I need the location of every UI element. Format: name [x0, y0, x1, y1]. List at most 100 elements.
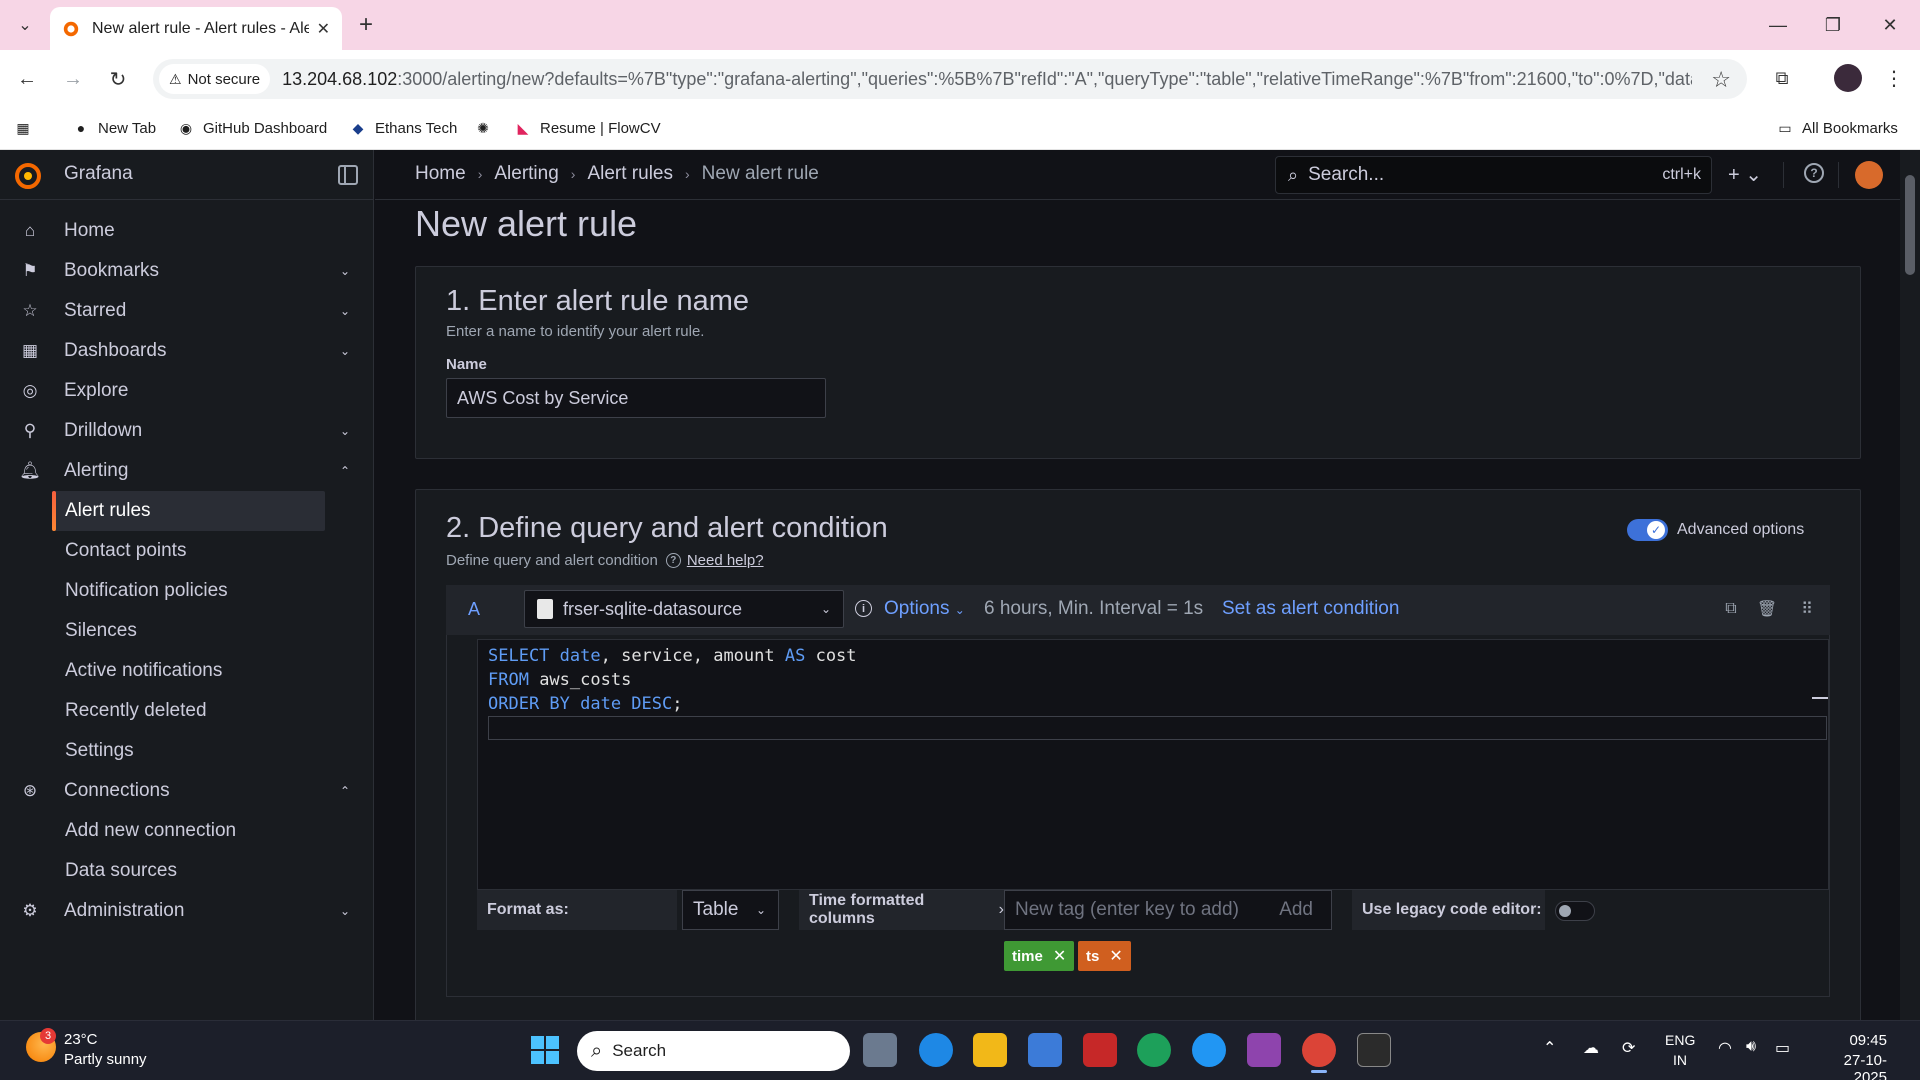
battery-icon[interactable]: ▭: [1775, 1038, 1790, 1058]
advanced-options-toggle[interactable]: [1627, 519, 1668, 541]
sidebar-item-add-new-connection[interactable]: Add new connection: [52, 811, 325, 851]
reload-icon[interactable]: ↻: [103, 64, 133, 94]
sidebar-item-starred[interactable]: ☆ Starred ⌄: [0, 291, 374, 331]
address-bar[interactable]: ⚠ Not secure 13.204.68.102:3000/alerting…: [153, 59, 1747, 99]
sidebar-item-home[interactable]: ⌂ Home: [0, 211, 374, 251]
bookmark-star-icon[interactable]: ☆: [1711, 67, 1731, 93]
windows-start-icon[interactable]: [528, 1033, 562, 1067]
profile-avatar[interactable]: [1834, 64, 1862, 92]
file-explorer-icon[interactable]: [973, 1033, 1007, 1067]
extensions-icon[interactable]: ⧉: [1768, 64, 1796, 92]
terminal-icon[interactable]: [1357, 1033, 1391, 1067]
onedrive-icon[interactable]: ☁: [1583, 1038, 1599, 1058]
bookmark-openai[interactable]: ✺: [474, 113, 500, 143]
weather-temperature[interactable]: 23°C: [64, 1031, 98, 1048]
clock-time[interactable]: 09:45: [1827, 1032, 1887, 1049]
restore-button[interactable]: ❐: [1813, 10, 1853, 40]
sidebar-item-contact-points[interactable]: Contact points: [52, 531, 325, 571]
edge-icon[interactable]: [1137, 1033, 1171, 1067]
page-scrollbar[interactable]: [1900, 150, 1920, 1020]
tab-search-button[interactable]: ⌄: [10, 10, 40, 40]
browser-tab-active[interactable]: New alert rule - Alert rules - Ale ✕: [50, 7, 342, 50]
help-app-icon[interactable]: [1192, 1033, 1226, 1067]
sidebar-item-drilldown[interactable]: ⚲ Drilldown ⌄: [0, 411, 374, 451]
new-menu-button[interactable]: + ⌄: [1728, 162, 1762, 187]
sidebar-item-alert-rules[interactable]: Alert rules: [52, 491, 325, 531]
sidebar-item-settings[interactable]: Settings: [52, 731, 325, 771]
sidebar-item-notification-policies[interactable]: Notification policies: [52, 571, 325, 611]
sidebar-item-alerting[interactable]: 🔔︎ Alerting ⌃: [0, 451, 374, 491]
sidebar-item-silences[interactable]: Silences: [52, 611, 325, 651]
sidebar-item-data-sources[interactable]: Data sources: [52, 851, 325, 891]
remove-tag-icon[interactable]: ✕: [1053, 946, 1066, 966]
query-options-button[interactable]: Options ⌄: [884, 598, 965, 620]
query-ref-id[interactable]: A: [468, 599, 480, 620]
clock-date[interactable]: 27-10-2025: [1813, 1052, 1887, 1080]
datasource-picker[interactable]: frser-sqlite-datasource ⌄: [524, 590, 844, 628]
dock-menu-icon[interactable]: [338, 165, 358, 185]
breadcrumb-home[interactable]: Home: [415, 163, 466, 185]
tray-overflow-icon[interactable]: ⌃: [1543, 1038, 1556, 1058]
copilot-icon[interactable]: [1247, 1033, 1281, 1067]
sidebar-item-active-notifications[interactable]: Active notifications: [52, 651, 325, 691]
chevron-up-icon[interactable]: ⌃: [340, 784, 350, 798]
grafana-logo-icon[interactable]: [14, 162, 42, 190]
breadcrumb-alerting[interactable]: Alerting: [494, 163, 558, 185]
browser-menu-icon[interactable]: ⋮: [1880, 64, 1908, 92]
mcafee-icon[interactable]: [1083, 1033, 1117, 1067]
time-columns-tag-input[interactable]: New tag (enter key to add) Add: [1004, 890, 1332, 930]
language-indicator[interactable]: ENG: [1665, 1032, 1695, 1048]
sidebar-item-connections[interactable]: ⊛ Connections ⌃: [0, 771, 374, 811]
tab-close-icon[interactable]: ✕: [317, 19, 330, 39]
security-chip[interactable]: ⚠ Not secure: [159, 64, 271, 94]
set-alert-condition-button[interactable]: Set as alert condition: [1222, 598, 1399, 620]
need-help-link[interactable]: Need help?: [687, 552, 764, 569]
forward-icon[interactable]: →: [58, 64, 88, 94]
back-icon[interactable]: ←: [12, 64, 42, 94]
sidebar-item-recently-deleted[interactable]: Recently deleted: [52, 691, 325, 731]
sidebar-item-dashboards[interactable]: ▦ Dashboards ⌄: [0, 331, 374, 371]
sidebar-item-explore[interactable]: ◎ Explore: [0, 371, 374, 411]
trash-icon[interactable]: 🗑︎: [1757, 599, 1777, 619]
minimize-button[interactable]: —: [1758, 10, 1798, 40]
region-indicator[interactable]: IN: [1673, 1052, 1687, 1068]
chevron-down-icon[interactable]: ⌄: [340, 344, 350, 358]
sidebar-item-administration[interactable]: ⚙ Administration ⌄: [0, 891, 374, 931]
chrome-icon[interactable]: [1302, 1033, 1336, 1067]
url-text[interactable]: 13.204.68.102:3000/alerting/new?defaults…: [282, 69, 1692, 90]
wifi-icon[interactable]: ◠: [1718, 1038, 1732, 1058]
hp-icon[interactable]: [919, 1033, 953, 1067]
remove-tag-icon[interactable]: ✕: [1109, 946, 1122, 966]
chevron-up-icon[interactable]: ⌃: [340, 464, 350, 478]
scrollbar-thumb[interactable]: [1905, 175, 1915, 275]
weather-condition[interactable]: Partly sunny: [64, 1051, 147, 1068]
chevron-down-icon[interactable]: ⌄: [340, 904, 350, 918]
rule-name-input[interactable]: AWS Cost by Service: [446, 378, 826, 418]
apps-grid-icon[interactable]: ▦: [14, 113, 40, 143]
drag-handle-icon[interactable]: ⠿: [1797, 599, 1817, 619]
chevron-down-icon[interactable]: ⌄: [340, 264, 350, 278]
bookmark-flowcv[interactable]: ◣ Resume | FlowCV: [514, 113, 661, 143]
search-input[interactable]: ⌕ Search... ctrl+k: [1275, 156, 1712, 194]
user-avatar[interactable]: [1855, 161, 1883, 189]
chevron-down-icon[interactable]: ⌄: [340, 304, 350, 318]
sidebar-item-bookmarks[interactable]: ⚑ Bookmarks ⌄: [0, 251, 374, 291]
chevron-down-icon[interactable]: ⌄: [340, 424, 350, 438]
info-icon[interactable]: i: [855, 600, 872, 617]
duplicate-icon[interactable]: ⧉: [1721, 599, 1741, 619]
add-tag-button[interactable]: Add: [1279, 899, 1313, 921]
help-icon[interactable]: ?: [1804, 163, 1824, 183]
all-bookmarks[interactable]: ▭ All Bookmarks: [1776, 113, 1897, 143]
breadcrumb-alert-rules[interactable]: Alert rules: [587, 163, 673, 185]
taskbar-search[interactable]: ⌕ Search: [577, 1031, 850, 1071]
volume-icon[interactable]: 🔊︎: [1746, 1038, 1756, 1056]
new-tab-button[interactable]: +: [352, 11, 380, 39]
bookmark-ethans-tech[interactable]: ◆ Ethans Tech: [349, 113, 458, 143]
close-window-button[interactable]: ✕: [1870, 10, 1910, 40]
legacy-editor-toggle[interactable]: [1555, 901, 1595, 921]
store-icon[interactable]: [1028, 1033, 1062, 1067]
bookmark-github[interactable]: ◉ GitHub Dashboard: [177, 113, 327, 143]
task-view-icon[interactable]: [863, 1033, 897, 1067]
sql-code-editor[interactable]: [477, 639, 1829, 890]
bookmark-new-tab[interactable]: ● New Tab: [72, 113, 156, 143]
